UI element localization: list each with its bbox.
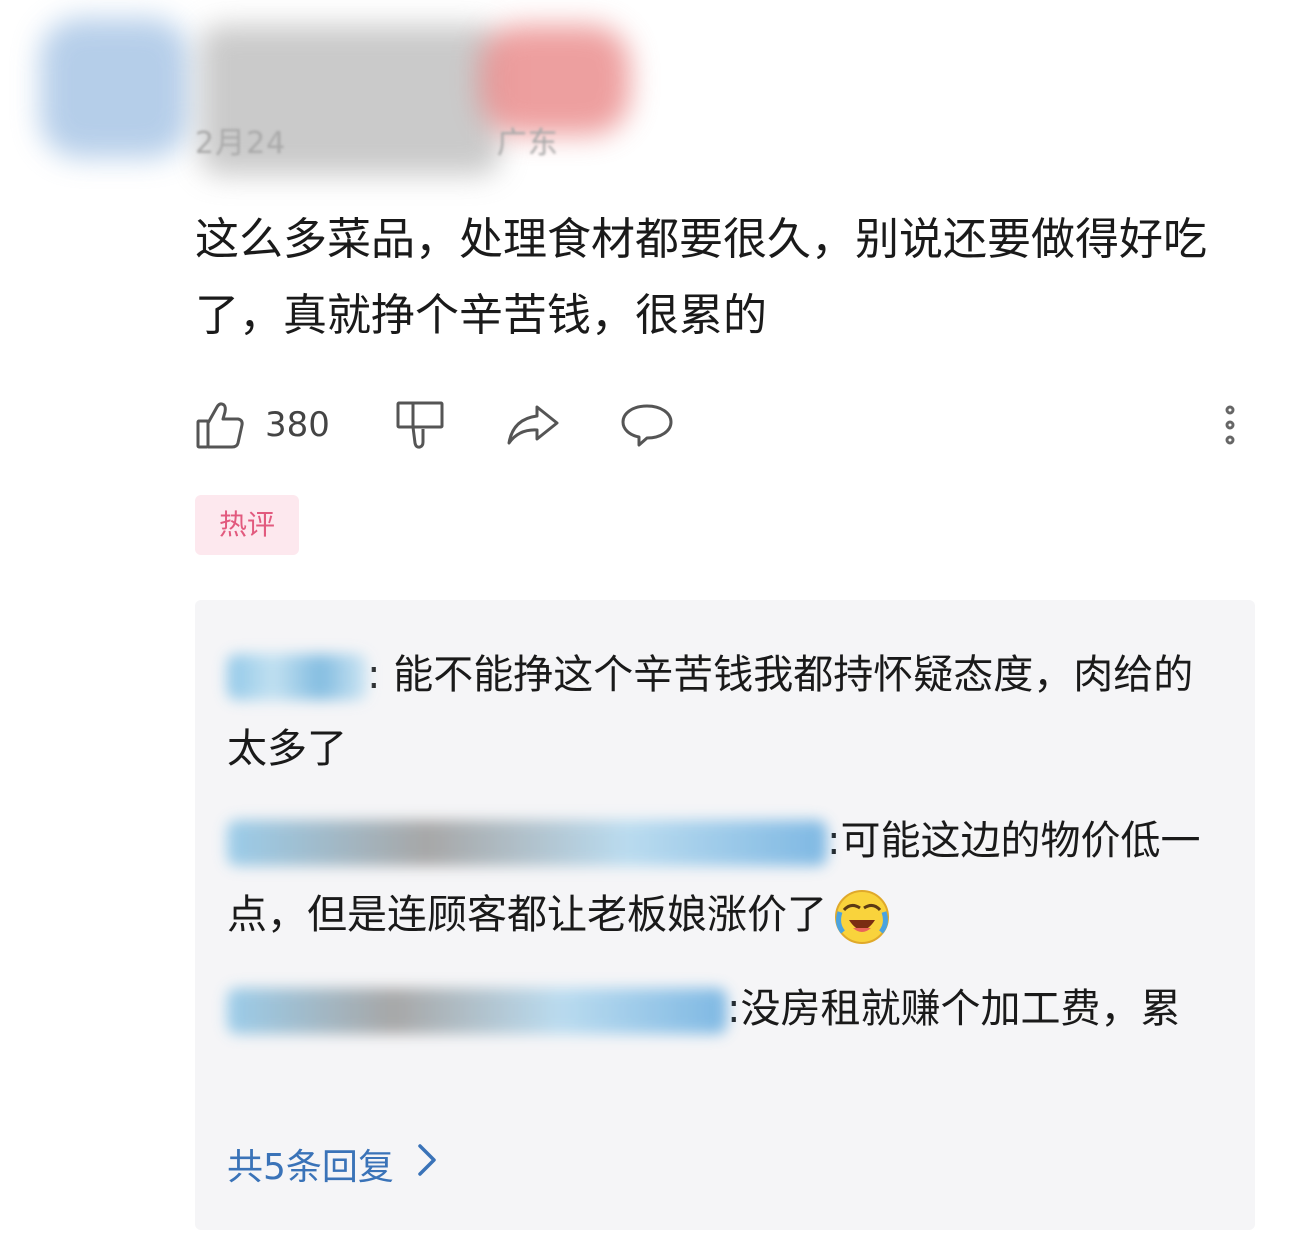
view-more-replies-link[interactable]: 共5条回复 (227, 1138, 438, 1190)
share-button[interactable] (505, 395, 561, 455)
reply-author-blurred[interactable] (227, 988, 727, 1034)
comment-meta: 2月24 广东 (195, 118, 559, 162)
more-replies-label: 共5条回复 (227, 1147, 394, 1188)
reply-separator: : (367, 652, 381, 698)
more-vertical-icon (1215, 400, 1245, 450)
reply-item: :可能这边的物价低一点，但是连顾客都让老板娘涨价了 (227, 804, 1227, 952)
comment-icon (620, 401, 674, 449)
like-count: 380 (265, 405, 330, 445)
comment-location: 广东 (496, 126, 559, 161)
comment-header: 2月24 广东 (0, 0, 1298, 200)
reply-separator: : (827, 818, 841, 864)
reply-item: :没房租就赚个加工费，累 (227, 972, 1227, 1046)
chevron-right-icon (394, 1142, 438, 1187)
reply-author-blurred[interactable] (227, 820, 827, 866)
reply-button[interactable] (620, 395, 674, 455)
dislike-button[interactable] (395, 395, 445, 455)
user-avatar[interactable] (40, 18, 190, 158)
thumbs-up-icon (195, 399, 245, 451)
comment-text: 这么多菜品，处理食材都要很久，别说还要做得好吃了，真就挣个辛苦钱，很累的 (195, 214, 1207, 341)
like-button[interactable]: 380 (195, 395, 330, 455)
replies-box[interactable]: : 能不能挣这个辛苦钱我都持怀疑态度，肉给的太多了 :可能这边的物价低一点，但是… (195, 600, 1255, 1230)
reply-text: 没房租就赚个加工费，累 (740, 986, 1181, 1032)
thumbs-down-icon (395, 399, 445, 451)
more-options-button[interactable] (1215, 395, 1245, 455)
crying-laughing-emoji-icon (833, 888, 891, 946)
share-icon (505, 401, 561, 449)
action-bar: 380 (195, 395, 1255, 455)
hot-comment-tag: 热评 (195, 495, 299, 555)
reply-separator: : (727, 986, 741, 1032)
reply-author-blurred[interactable] (227, 654, 367, 700)
reply-item: : 能不能挣这个辛苦钱我都持怀疑态度，肉给的太多了 (227, 638, 1227, 786)
comment-date: 2月24 (195, 126, 287, 161)
